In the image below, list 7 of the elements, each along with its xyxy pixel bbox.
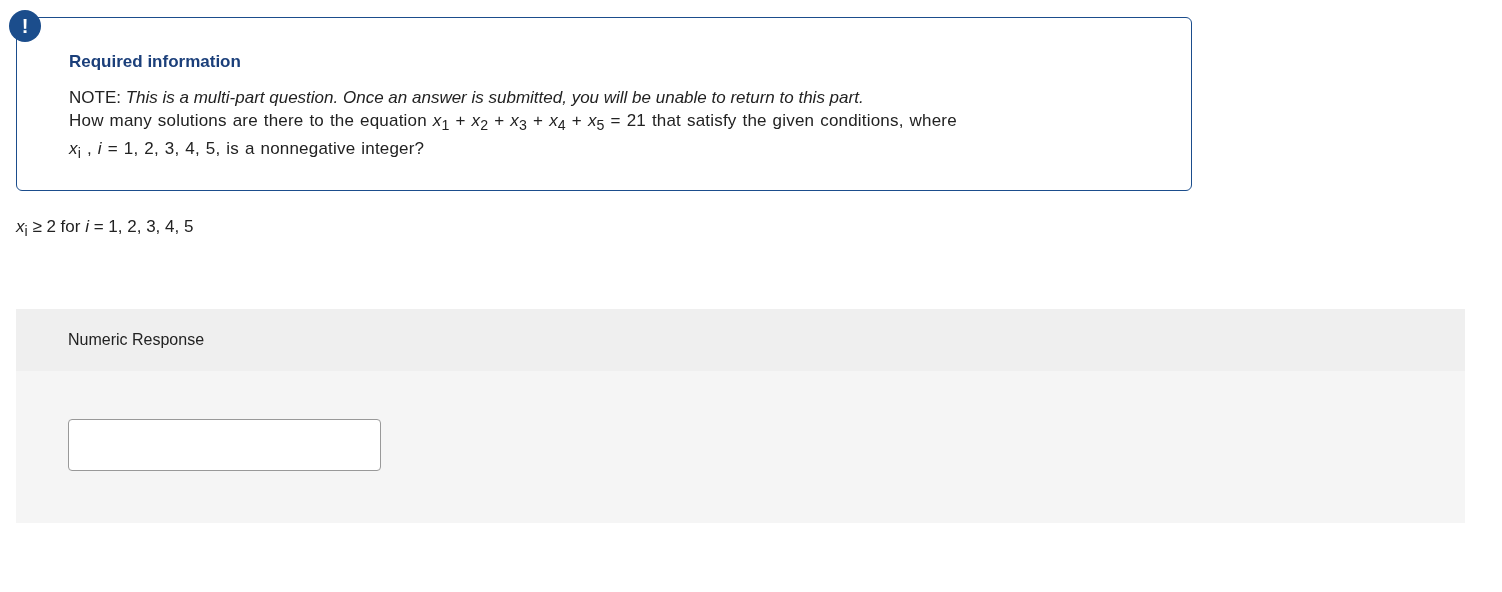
alert-badge: !: [9, 10, 41, 42]
response-title: Numeric Response: [68, 331, 205, 350]
condition-text: x$_{i}$ ≥ 2 for i = 1, 2, 3, 4, 5: [16, 216, 195, 240]
note-text: NOTE: This is a multi-part question. Once an answer is submitted, you will be unable to return to this part.: [69, 87, 865, 109]
answer-field[interactable]: [68, 419, 381, 472]
question-text: How many solutions are there to the equation x$_{1}$ + x$_{2}$ + x$_{3}$ + x$_{4}$ + x$_{5}$ = 21 that satisfy the given conditions, where x$_{i}$ , i = 1, 2, 3, 4, 5, is a nonnegative integer?: [69, 110, 958, 164]
alert-title: Required information: [69, 52, 242, 72]
